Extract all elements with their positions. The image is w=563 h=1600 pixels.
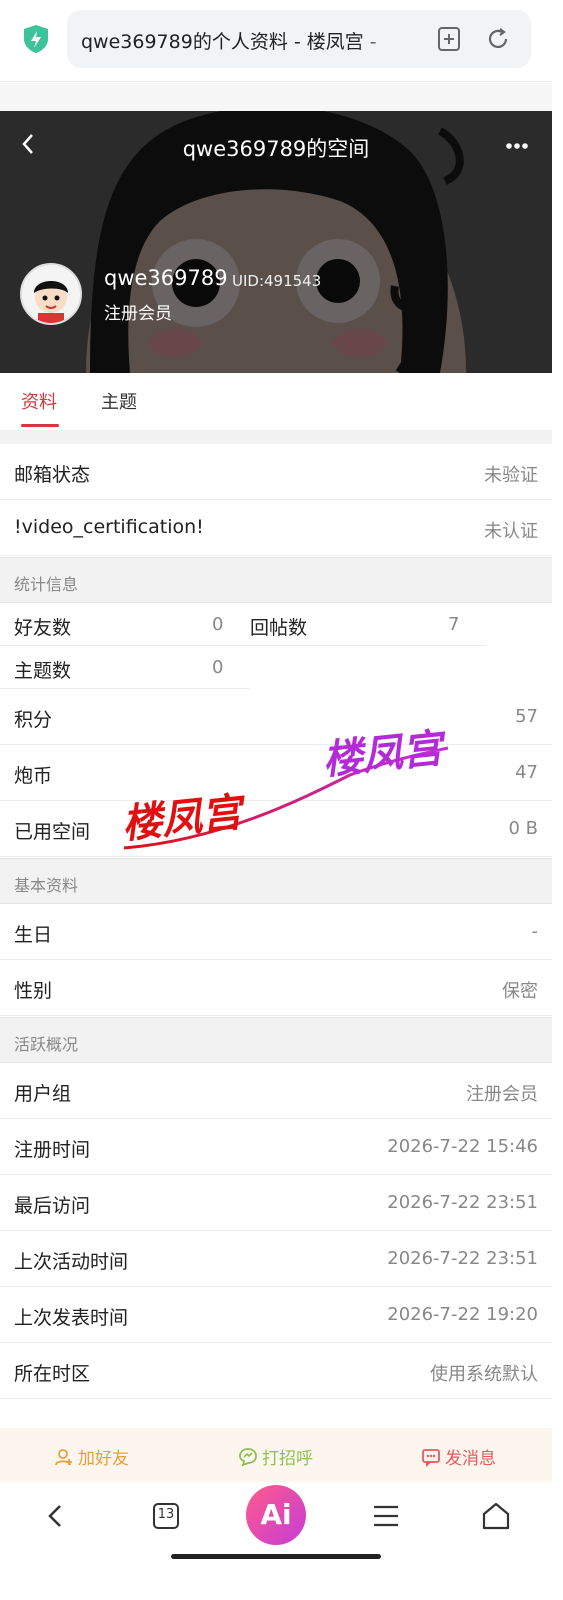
home-indicator	[171, 1554, 381, 1559]
row-value: 2026-7-22 23:51	[387, 1192, 538, 1213]
active-tab-indicator	[21, 424, 59, 427]
user-group-row: 用户组 注册会员	[0, 1063, 552, 1119]
row-label: 积分	[14, 709, 53, 731]
section-title: 基本资料	[14, 876, 79, 895]
more-options-icon[interactable]	[500, 133, 534, 159]
row-value: 未认证	[484, 521, 538, 542]
menu-icon[interactable]	[366, 1496, 406, 1536]
row-value: 0 B	[508, 818, 538, 839]
row-label: 上次活动时间	[14, 1251, 129, 1273]
send-message-button[interactable]: 发消息	[421, 1444, 496, 1469]
page-title-url[interactable]: qwe369789的个人资料 - 楼凤宫 -	[81, 27, 401, 54]
row-value: 注册会员	[466, 1084, 538, 1105]
tabs-button[interactable]: 13	[146, 1496, 186, 1536]
section-header-activity: 活跃概况	[0, 1017, 552, 1063]
tab-threads[interactable]: 主题	[101, 388, 137, 414]
security-shield-icon[interactable]	[22, 24, 50, 54]
points-row: 积分 57	[0, 689, 552, 745]
space-title: qwe369789的空间	[182, 137, 370, 161]
stat-label: 好友数	[14, 617, 72, 639]
row-label: 已用空间	[14, 821, 91, 843]
stat-value: 7	[448, 614, 460, 635]
add-friend-label: 加好友	[78, 1449, 129, 1469]
spacer	[0, 430, 552, 444]
row-label: 最后访问	[14, 1195, 91, 1217]
avatar-image	[22, 265, 80, 323]
row-value: 保密	[502, 981, 538, 1002]
row-label: 生日	[14, 924, 53, 946]
add-bookmark-icon[interactable]	[436, 26, 462, 52]
reload-icon[interactable]	[485, 26, 511, 52]
tab-count: 13	[157, 1507, 175, 1522]
video-certification-row: !video_certification! 未认证	[0, 500, 552, 556]
stat-friends: 好友数 0	[0, 603, 250, 646]
row-value: 使用系统默认	[430, 1364, 538, 1385]
section-title: 活跃概况	[14, 1035, 79, 1054]
row-label: 用户组	[14, 1083, 72, 1105]
profile-banner: qwe369789的空间 qwe369789 UID:491543 注册会员	[0, 111, 552, 373]
row-value: 2026-7-22 23:51	[387, 1248, 538, 1269]
say-hi-label: 打招呼	[262, 1449, 313, 1469]
stat-label: 主题数	[14, 660, 72, 682]
last-visit-row: 最后访问 2026-7-22 23:51	[0, 1175, 552, 1231]
home-icon[interactable]	[476, 1496, 516, 1536]
spacer	[0, 83, 552, 111]
tab-profile[interactable]: 资料	[21, 388, 57, 414]
url-fade	[357, 20, 407, 58]
section-header-stats: 统计信息	[0, 557, 552, 603]
add-user-icon	[55, 1448, 72, 1465]
stat-value: 0	[212, 657, 224, 678]
stat-threads: 主题数 0	[0, 646, 250, 689]
row-label: 上次发表时间	[14, 1307, 129, 1329]
nav-back-icon[interactable]	[36, 1496, 76, 1536]
browser-nav-bar: 13 Ai	[0, 1482, 552, 1568]
message-icon	[422, 1448, 440, 1467]
row-value: 未验证	[484, 465, 538, 486]
email-status-row: 邮箱状态 未验证	[0, 444, 552, 500]
gender-row: 性别 保密	[0, 960, 552, 1016]
row-value: -	[531, 921, 539, 942]
user-group: 注册会员	[104, 304, 172, 324]
add-friend-button[interactable]: 加好友	[54, 1444, 129, 1469]
avatar[interactable]	[20, 263, 82, 325]
row-label: 注册时间	[14, 1139, 91, 1161]
section-header-basic: 基本资料	[0, 858, 552, 904]
coins-row: 炮币 47	[0, 745, 552, 801]
profile-tabs: 资料 主题	[0, 373, 552, 430]
address-bar[interactable]: qwe369789的个人资料 - 楼凤宫 -	[67, 10, 531, 68]
row-value: 47	[515, 762, 538, 783]
row-label: 邮箱状态	[14, 464, 91, 486]
timezone-row: 所在时区 使用系统默认	[0, 1343, 552, 1399]
last-activity-row: 上次活动时间 2026-7-22 23:51	[0, 1231, 552, 1287]
stat-label: 回帖数	[250, 617, 308, 639]
say-hi-button[interactable]: 打招呼	[238, 1444, 313, 1469]
used-space-row: 已用空间 0 B	[0, 801, 552, 857]
row-value: 2026-7-22 15:46	[387, 1136, 538, 1157]
row-value: 57	[515, 706, 538, 727]
stat-value: 0	[212, 614, 224, 635]
row-label: 性别	[14, 980, 53, 1002]
register-time-row: 注册时间 2026-7-22 15:46	[0, 1119, 552, 1175]
ai-assistant-button[interactable]: Ai	[246, 1485, 306, 1545]
chat-bubble-icon	[239, 1447, 257, 1466]
row-value: 2026-7-22 19:20	[387, 1304, 538, 1325]
profile-action-bar: 加好友 打招呼 发消息	[0, 1428, 552, 1482]
section-title: 统计信息	[14, 575, 79, 594]
row-label: 所在时区	[14, 1363, 91, 1385]
row-label: 炮币	[14, 765, 53, 787]
send-message-label: 发消息	[445, 1449, 496, 1469]
browser-toolbar: qwe369789的个人资料 - 楼凤宫 -	[0, 0, 552, 82]
user-id: UID:491543	[232, 272, 322, 290]
last-post-row: 上次发表时间 2026-7-22 19:20	[0, 1287, 552, 1343]
username: qwe369789	[104, 266, 228, 290]
row-label: !video_certification!	[14, 516, 204, 538]
stat-replies: 回帖数 7	[236, 603, 486, 646]
birthday-row: 生日 -	[0, 904, 552, 960]
